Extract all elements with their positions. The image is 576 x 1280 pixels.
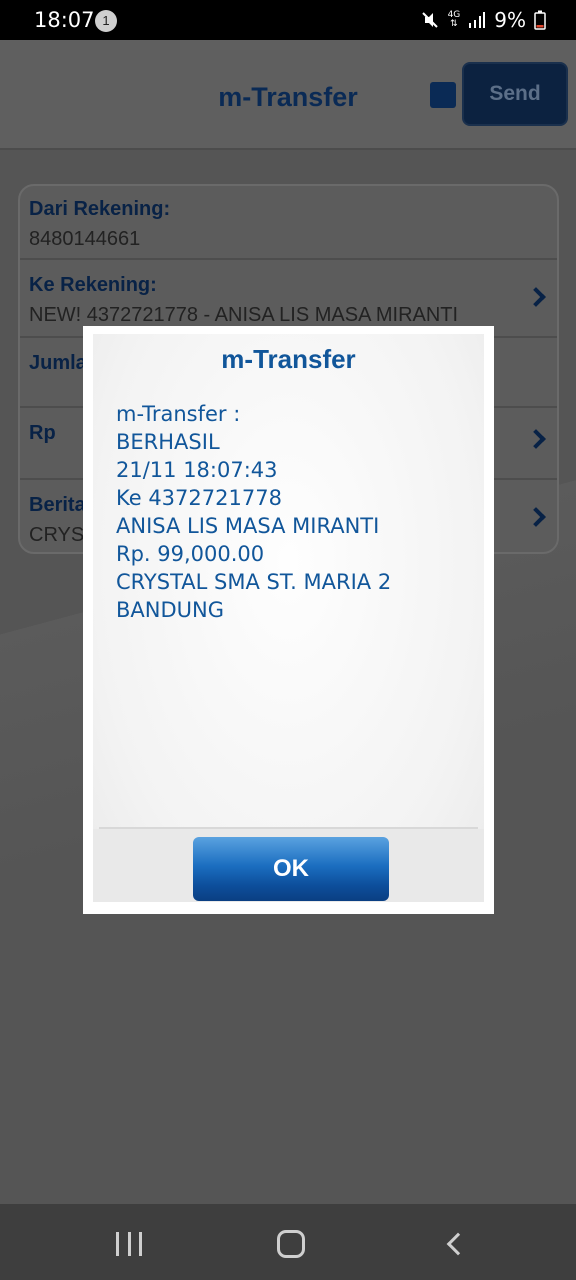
status-time: 18:07 xyxy=(34,8,95,32)
form-row-label: Rp xyxy=(29,422,56,444)
status-bar: 18:07 1 4G ⇅ 9% xyxy=(0,0,576,40)
dialog-title: m-Transfer xyxy=(221,344,356,374)
chevron-right-icon xyxy=(526,429,546,449)
network-4g-icon: 4G ⇅ xyxy=(447,10,461,29)
chevron-right-icon xyxy=(526,287,546,307)
ok-button[interactable]: OK xyxy=(193,837,389,901)
dialog-line: m-Transfer : xyxy=(116,402,241,426)
dialog-divider xyxy=(99,827,478,829)
battery-percent: 9% xyxy=(494,8,526,32)
navigation-bar xyxy=(0,1204,576,1280)
back-icon[interactable] xyxy=(446,1232,470,1256)
battery-low-icon xyxy=(534,10,546,30)
dialog-line: Ke 4372721778 xyxy=(116,486,282,510)
form-row-label: Jumla xyxy=(29,352,87,374)
form-row-label: Dari Rekening: xyxy=(29,198,171,220)
notification-count-badge: 1 xyxy=(95,10,117,32)
mute-icon xyxy=(421,12,438,28)
form-row-value: 8480144661 xyxy=(29,228,141,250)
dialog-body: m-Transfer m-Transfer : BERHASIL 21/11 1… xyxy=(93,334,484,902)
dialog-line: BERHASIL xyxy=(116,430,220,454)
dialog-line: BANDUNG xyxy=(116,598,225,622)
checkbox-indicator[interactable] xyxy=(430,82,456,108)
dialog-message: m-Transfer : BERHASIL 21/11 18:07:43 Ke … xyxy=(116,400,391,624)
dialog-line: ANISA LIS MASA MIRANTI xyxy=(116,514,380,538)
form-row-label: Berita xyxy=(29,494,86,516)
chevron-right-icon xyxy=(526,507,546,527)
home-icon[interactable] xyxy=(277,1230,305,1258)
form-row-value: NEW! 4372721778 - ANISA LIS MASA MIRANTI xyxy=(29,304,459,326)
signal-icon xyxy=(469,12,486,28)
form-row-value: CRYS xyxy=(29,524,85,546)
form-row-from-account[interactable]: Dari Rekening: 8480144661 xyxy=(20,186,557,260)
result-dialog: m-Transfer m-Transfer : BERHASIL 21/11 1… xyxy=(83,326,494,914)
dialog-line: Rp. 99,000.00 xyxy=(116,542,265,566)
dialog-line: CRYSTAL SMA ST. MARIA 2 xyxy=(116,570,392,594)
form-row-label: Ke Rekening: xyxy=(29,274,157,296)
send-button[interactable]: Send xyxy=(462,62,568,126)
recent-apps-icon[interactable] xyxy=(116,1232,142,1256)
dialog-line: 21/11 18:07:43 xyxy=(116,458,278,482)
status-icons: 4G ⇅ 9% xyxy=(420,8,546,32)
app-header: m-Transfer Send xyxy=(0,40,576,150)
